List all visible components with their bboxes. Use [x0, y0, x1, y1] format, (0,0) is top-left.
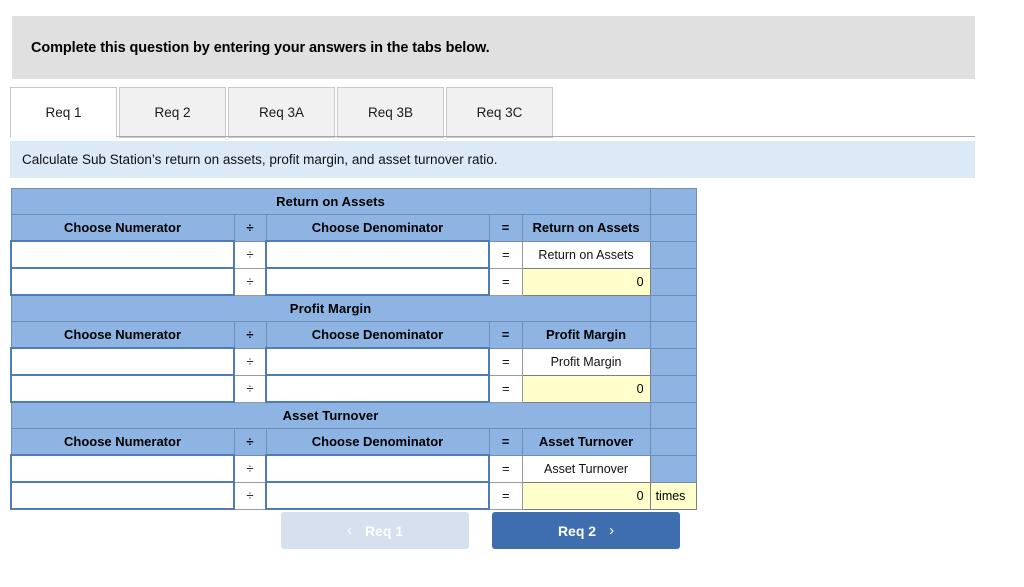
column-header-row: Choose Numerator ÷ Choose Denominator = … [10, 428, 697, 456]
result-label: Return on Assets [521, 240, 651, 269]
result-value: 0 [521, 481, 651, 510]
section-title: Return on Assets [10, 188, 651, 215]
divide-symbol: ÷ [233, 347, 267, 376]
divide-header: ÷ [233, 321, 267, 349]
numerator-input[interactable] [10, 374, 235, 403]
instruction-text: Calculate Sub Station’s return on assets… [22, 152, 498, 167]
ratio-worksheet: Return on Assets Choose Numerator ÷ Choo… [10, 188, 697, 510]
spacer-cell [649, 374, 697, 403]
divide-symbol: ÷ [233, 481, 267, 510]
denominator-select[interactable] [265, 347, 490, 376]
result-label: Asset Turnover [521, 454, 651, 483]
divide-symbol: ÷ [233, 374, 267, 403]
spacer-cell [649, 240, 697, 269]
denominator-header: Choose Denominator [265, 321, 490, 349]
section-title: Asset Turnover [10, 401, 651, 429]
navigation-buttons: ‹ Req 1 Req 2 › [281, 512, 701, 549]
result-header: Asset Turnover [521, 428, 651, 456]
result-header: Profit Margin [521, 321, 651, 349]
denominator-input[interactable] [265, 481, 490, 510]
equals-symbol: = [488, 267, 523, 296]
tab-req-3a[interactable]: Req 3A [228, 87, 335, 138]
tab-req-3b[interactable]: Req 3B [337, 87, 444, 138]
spacer-cell [649, 267, 697, 296]
tab-req-2[interactable]: Req 2 [119, 87, 226, 138]
requirement-tabs: Req 1 Req 2 Req 3A Req 3B Req 3C [10, 86, 555, 138]
spacer-cell [649, 214, 697, 242]
section-title-row: Profit Margin [10, 294, 697, 322]
numerator-select[interactable] [10, 240, 235, 269]
equals-symbol: = [488, 347, 523, 376]
denominator-select[interactable] [265, 240, 490, 269]
question-banner: Complete this question by entering your … [12, 16, 975, 79]
equals-symbol: = [488, 374, 523, 403]
next-req-label: Req 2 [557, 522, 597, 539]
spacer-cell [649, 294, 697, 322]
equals-header: = [488, 321, 523, 349]
value-row: ÷ = 0 times [10, 481, 697, 510]
result-value: 0 [521, 374, 651, 403]
tab-underline [10, 136, 975, 137]
spacer-cell [649, 401, 697, 429]
result-header: Return on Assets [521, 214, 651, 242]
chevron-left-icon: ‹ [346, 522, 352, 539]
equals-symbol: = [488, 240, 523, 269]
spacer-cell [649, 454, 697, 483]
numerator-header: Choose Numerator [10, 428, 235, 456]
divide-symbol: ÷ [233, 240, 267, 269]
tab-label: Req 3A [258, 105, 305, 120]
equals-symbol: = [488, 481, 523, 510]
instruction-bar: Calculate Sub Station’s return on assets… [10, 141, 975, 178]
section-title-row: Return on Assets [10, 188, 697, 215]
column-header-row: Choose Numerator ÷ Choose Denominator = … [10, 214, 697, 242]
divide-header: ÷ [233, 214, 267, 242]
divide-symbol: ÷ [233, 454, 267, 483]
numerator-select[interactable] [10, 347, 235, 376]
chevron-right-icon: › [609, 522, 615, 539]
tab-label: Req 3C [476, 105, 523, 120]
divide-header: ÷ [233, 428, 267, 456]
tab-label: Req 1 [45, 105, 82, 120]
equals-header: = [488, 214, 523, 242]
numerator-input[interactable] [10, 481, 235, 510]
label-row: ÷ = Asset Turnover [10, 454, 697, 483]
column-header-row: Choose Numerator ÷ Choose Denominator = … [10, 321, 697, 349]
value-row: ÷ = 0 [10, 267, 697, 296]
equals-symbol: = [488, 454, 523, 483]
section-title-row: Asset Turnover [10, 401, 697, 429]
spacer-cell [649, 428, 697, 456]
tab-label: Req 3B [367, 105, 414, 120]
numerator-input[interactable] [10, 267, 235, 296]
banner-text: Complete this question by entering your … [31, 39, 490, 56]
result-label: Profit Margin [521, 347, 651, 376]
label-row: ÷ = Return on Assets [10, 240, 697, 269]
divide-symbol: ÷ [233, 267, 267, 296]
numerator-select[interactable] [10, 454, 235, 483]
label-row: ÷ = Profit Margin [10, 347, 697, 376]
tab-req-3c[interactable]: Req 3C [446, 87, 553, 138]
result-unit: times [649, 481, 697, 510]
denominator-input[interactable] [265, 374, 490, 403]
tab-label: Req 2 [154, 105, 191, 120]
numerator-header: Choose Numerator [10, 321, 235, 349]
result-value: 0 [521, 267, 651, 296]
spacer-cell [649, 321, 697, 349]
denominator-header: Choose Denominator [265, 214, 490, 242]
section-title: Profit Margin [10, 294, 651, 322]
prev-req-button[interactable]: ‹ Req 1 [281, 512, 469, 549]
denominator-select[interactable] [265, 454, 490, 483]
value-row: ÷ = 0 [10, 374, 697, 403]
denominator-input[interactable] [265, 267, 490, 296]
next-req-button[interactable]: Req 2 › [492, 512, 680, 549]
spacer-cell [649, 188, 697, 215]
prev-req-label: Req 1 [364, 522, 404, 539]
denominator-header: Choose Denominator [265, 428, 490, 456]
numerator-header: Choose Numerator [10, 214, 235, 242]
spacer-cell [649, 347, 697, 376]
equals-header: = [488, 428, 523, 456]
tab-req-1[interactable]: Req 1 [10, 87, 117, 138]
